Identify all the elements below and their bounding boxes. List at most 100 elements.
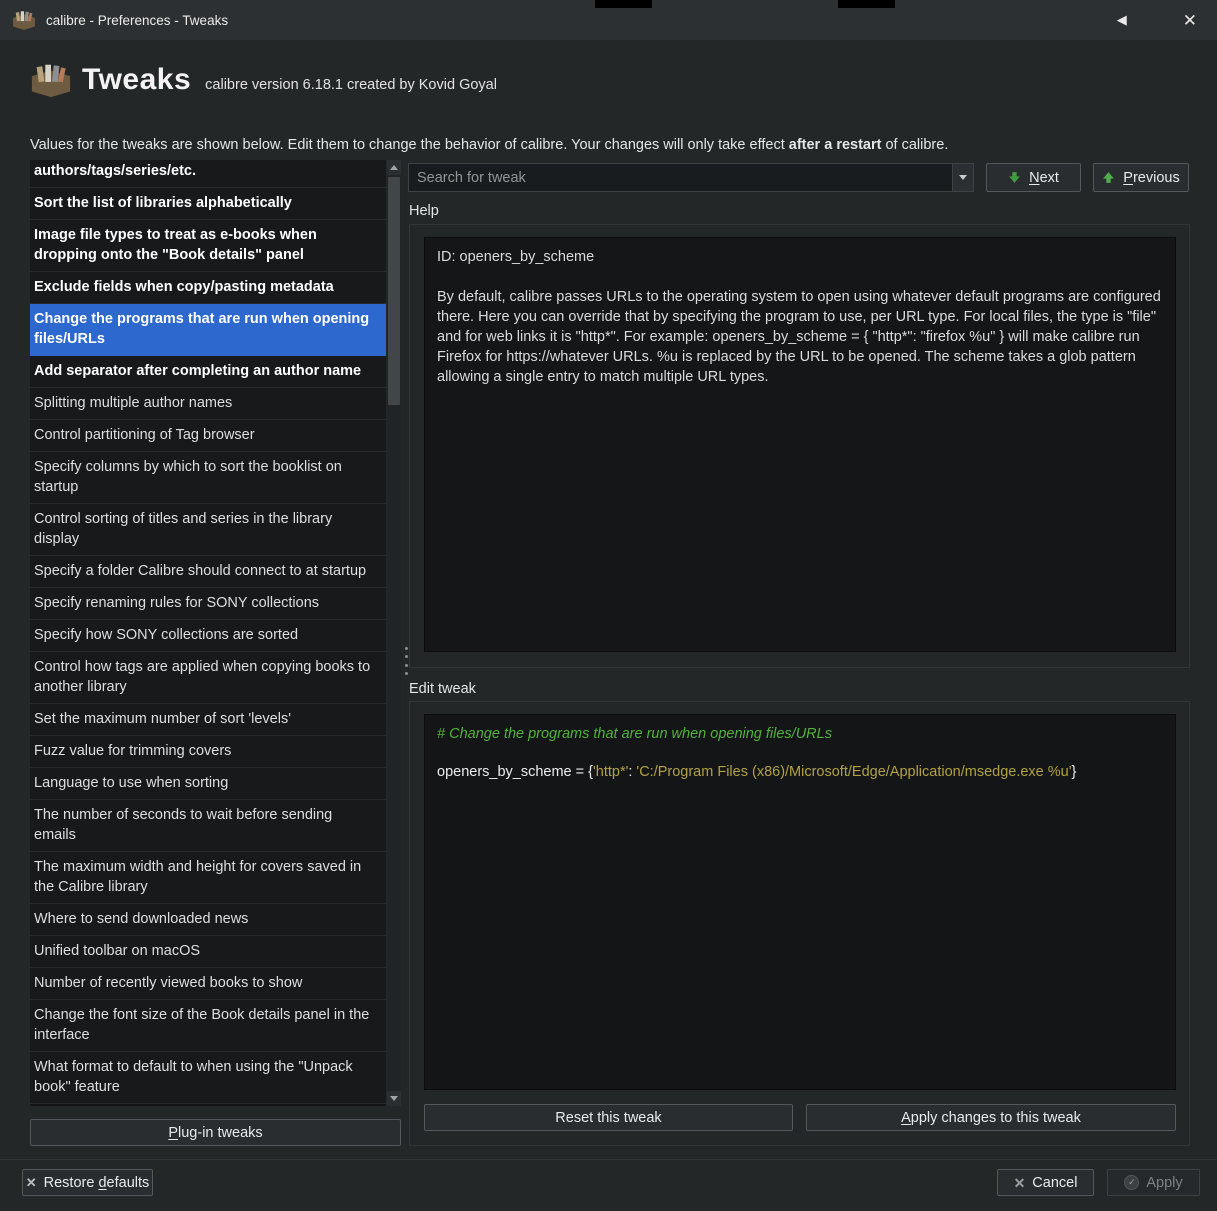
code-line: openers_by_scheme = {'http*': 'C:/Progra… bbox=[437, 762, 1163, 782]
tweak-list-item[interactable]: The number of seconds to wait before sen… bbox=[30, 800, 386, 852]
tweak-list-item-label: Specify how SONY collections are sorted bbox=[34, 627, 299, 643]
tweak-list-item[interactable]: Set the maximum number of sort 'levels' bbox=[30, 704, 386, 736]
tweak-list-item[interactable]: Image file types to treat as e-books whe… bbox=[30, 220, 386, 272]
tweaks-icon bbox=[31, 64, 71, 98]
calibre-logo-icon bbox=[13, 11, 35, 30]
scrollbar-up-arrow-icon[interactable] bbox=[387, 160, 401, 175]
tweak-list-item[interactable]: Change the font size of the Book details… bbox=[30, 1000, 386, 1052]
code-string-path: 'C:/Program Files (x86)/Microsoft/Edge/A… bbox=[636, 764, 1072, 780]
arrow-up-icon bbox=[1103, 172, 1115, 183]
help-body-text: By default, calibre passes URLs to the o… bbox=[437, 289, 1161, 385]
tweak-list-item-label: Sort the list of libraries alphabeticall… bbox=[34, 195, 292, 211]
arrow-down-icon bbox=[1009, 172, 1020, 183]
apply-button-label: Apply bbox=[1146, 1174, 1183, 1191]
previous-button[interactable]: Previous bbox=[1093, 163, 1189, 192]
tweak-list-item[interactable]: Splitting multiple author names bbox=[30, 388, 386, 420]
tweak-list-item-label: The maximum width and height for covers … bbox=[34, 859, 362, 895]
help-group-label: Help bbox=[409, 203, 439, 219]
search-box bbox=[408, 163, 974, 192]
titlebar-back-arrow-icon[interactable]: ◀ bbox=[1117, 12, 1127, 28]
tweak-list-item[interactable]: Control partitioning of Tag browser bbox=[30, 420, 386, 452]
help-id-line: ID: openers_by_scheme bbox=[437, 249, 595, 265]
preferences-tweaks-window: calibre - Preferences - Tweaks ◀ ✕ Tweak… bbox=[0, 0, 1217, 1211]
tweak-list-item[interactable]: What format to default to when using the… bbox=[30, 1052, 386, 1104]
tweak-list-item-label: Number of recently viewed books to show bbox=[34, 975, 303, 991]
help-text-area[interactable]: ID: openers_by_scheme By default, calibr… bbox=[424, 237, 1176, 652]
tweak-list-item[interactable]: Unified toolbar on macOS bbox=[30, 936, 386, 968]
tweak-list-item-label: Change the programs that are run when op… bbox=[34, 311, 370, 347]
apply-tweak-button[interactable]: Apply changes to this tweak bbox=[806, 1104, 1176, 1131]
code-pre: openers_by_scheme = { bbox=[437, 764, 593, 780]
tweak-list-item[interactable]: Fuzz value for trimming covers bbox=[30, 736, 386, 768]
tweak-list-item-label: Exclude fields when copy/pasting metadat… bbox=[34, 279, 334, 295]
tweak-list-item-label: Control how tags are applied when copyin… bbox=[34, 659, 371, 695]
tweak-list-item-label: Language to use when sorting bbox=[34, 775, 229, 791]
scrollbar-thumb[interactable] bbox=[388, 177, 400, 405]
code-comment-line: # Change the programs that are run when … bbox=[437, 726, 832, 742]
tweak-list-item[interactable]: Control sorting of titles and series in … bbox=[30, 504, 386, 556]
tweak-list-item-label: Fuzz value for trimming covers bbox=[34, 743, 232, 759]
tweak-list-item-label: Add separator after completing an author… bbox=[34, 363, 362, 379]
list-scrollbar[interactable] bbox=[387, 160, 401, 1106]
tweak-list-item-label: Control partitioning of Tag browser bbox=[34, 427, 255, 443]
code-string-scheme: 'http*' bbox=[592, 764, 629, 780]
scrollbar-down-arrow-icon[interactable] bbox=[387, 1091, 401, 1106]
window-title: calibre - Preferences - Tweaks bbox=[46, 12, 229, 28]
restore-defaults-label: Restore defaults bbox=[43, 1174, 150, 1191]
tweak-list-item-label: Specify renaming rules for SONY collecti… bbox=[34, 595, 320, 611]
version-text: calibre version 6.18.1 created by Kovid … bbox=[205, 77, 497, 93]
footer-divider bbox=[0, 1159, 1217, 1160]
reset-tweak-button[interactable]: Reset this tweak bbox=[424, 1104, 793, 1131]
cancel-x-icon: ✕ bbox=[1013, 1174, 1026, 1191]
tweak-list-item[interactable]: authors/tags/series/etc. bbox=[30, 160, 386, 188]
tweaks-list[interactable]: authors/tags/series/etc. Sort the list o… bbox=[30, 160, 386, 1106]
tweak-list-item-label: Specify columns by which to sort the boo… bbox=[34, 459, 342, 495]
screen-artifact bbox=[838, 0, 895, 8]
tweak-list-item-label: authors/tags/series/etc. bbox=[34, 163, 196, 179]
tweak-list-item-label: The number of seconds to wait before sen… bbox=[34, 807, 333, 843]
previous-button-label: Previous bbox=[1123, 169, 1180, 186]
restore-defaults-button[interactable]: ✕ Restore defaults bbox=[22, 1169, 153, 1196]
close-icon[interactable]: ✕ bbox=[1183, 12, 1197, 29]
tweak-list-item[interactable]: Specify a folder Calibre should connect … bbox=[30, 556, 386, 588]
tweak-list-item[interactable]: Specify how SONY collections are sorted bbox=[30, 620, 386, 652]
page-title: Tweaks bbox=[82, 63, 192, 96]
apply-button[interactable]: ✓ Apply bbox=[1107, 1169, 1200, 1196]
tweak-list-item-label: Unified toolbar on macOS bbox=[34, 943, 201, 959]
tweak-list-item-label: Set the maximum number of sort 'levels' bbox=[34, 711, 291, 727]
tweak-list-item-label: Control sorting of titles and series in … bbox=[34, 511, 333, 547]
tweak-list-item[interactable]: The maximum width and height for covers … bbox=[30, 852, 386, 904]
tweak-list-item[interactable]: Exclude fields when copy/pasting metadat… bbox=[30, 272, 386, 304]
search-dropdown-button[interactable] bbox=[952, 164, 973, 191]
cancel-button-label: Cancel bbox=[1032, 1174, 1078, 1191]
next-button[interactable]: Next bbox=[986, 163, 1081, 192]
tweak-list-item-label: Splitting multiple author names bbox=[34, 395, 233, 411]
tweak-list-item[interactable]: Change the programs that are run when op… bbox=[30, 304, 386, 356]
check-icon: ✓ bbox=[1124, 1175, 1140, 1190]
plugin-tweaks-button[interactable]: Plug-in tweaks bbox=[30, 1119, 401, 1146]
description-pre: Values for the tweaks are shown below. E… bbox=[30, 137, 789, 153]
tweak-list-item[interactable]: Add separator after completing an author… bbox=[30, 356, 386, 388]
splitter-handle[interactable] bbox=[402, 647, 410, 675]
tweak-list-item-label: Specify a folder Calibre should connect … bbox=[34, 563, 367, 579]
tweak-list-item[interactable]: Specify columns by which to sort the boo… bbox=[30, 452, 386, 504]
tweak-list-item[interactable]: Sort the list of libraries alphabeticall… bbox=[30, 188, 386, 220]
tweak-list-item-label: Change the font size of the Book details… bbox=[34, 1007, 370, 1043]
tweak-list-item[interactable]: Where to send downloaded news bbox=[30, 904, 386, 936]
tweak-list-item[interactable]: Specify renaming rules for SONY collecti… bbox=[30, 588, 386, 620]
description-post: of calibre. bbox=[881, 137, 949, 153]
tweak-list-item-label: Where to send downloaded news bbox=[34, 911, 249, 927]
tweak-code-editor[interactable]: # Change the programs that are run when … bbox=[424, 714, 1176, 1090]
cancel-button[interactable]: ✕ Cancel bbox=[997, 1169, 1094, 1196]
description-text: Values for the tweaks are shown below. E… bbox=[30, 137, 1187, 153]
clear-icon: ✕ bbox=[25, 1175, 37, 1190]
tweak-list-item[interactable]: Control how tags are applied when copyin… bbox=[30, 652, 386, 704]
tweak-list-item-label: What format to default to when using the… bbox=[34, 1059, 353, 1095]
screen-artifact bbox=[595, 0, 652, 8]
next-button-label: Next bbox=[1029, 169, 1059, 186]
page-header: Tweaks calibre version 6.18.1 created by… bbox=[30, 62, 497, 98]
search-input[interactable] bbox=[409, 169, 952, 186]
tweak-list-item[interactable]: Number of recently viewed books to show bbox=[30, 968, 386, 1000]
tweak-list-item-label: Image file types to treat as e-books whe… bbox=[34, 227, 317, 263]
tweak-list-item[interactable]: Language to use when sorting bbox=[30, 768, 386, 800]
